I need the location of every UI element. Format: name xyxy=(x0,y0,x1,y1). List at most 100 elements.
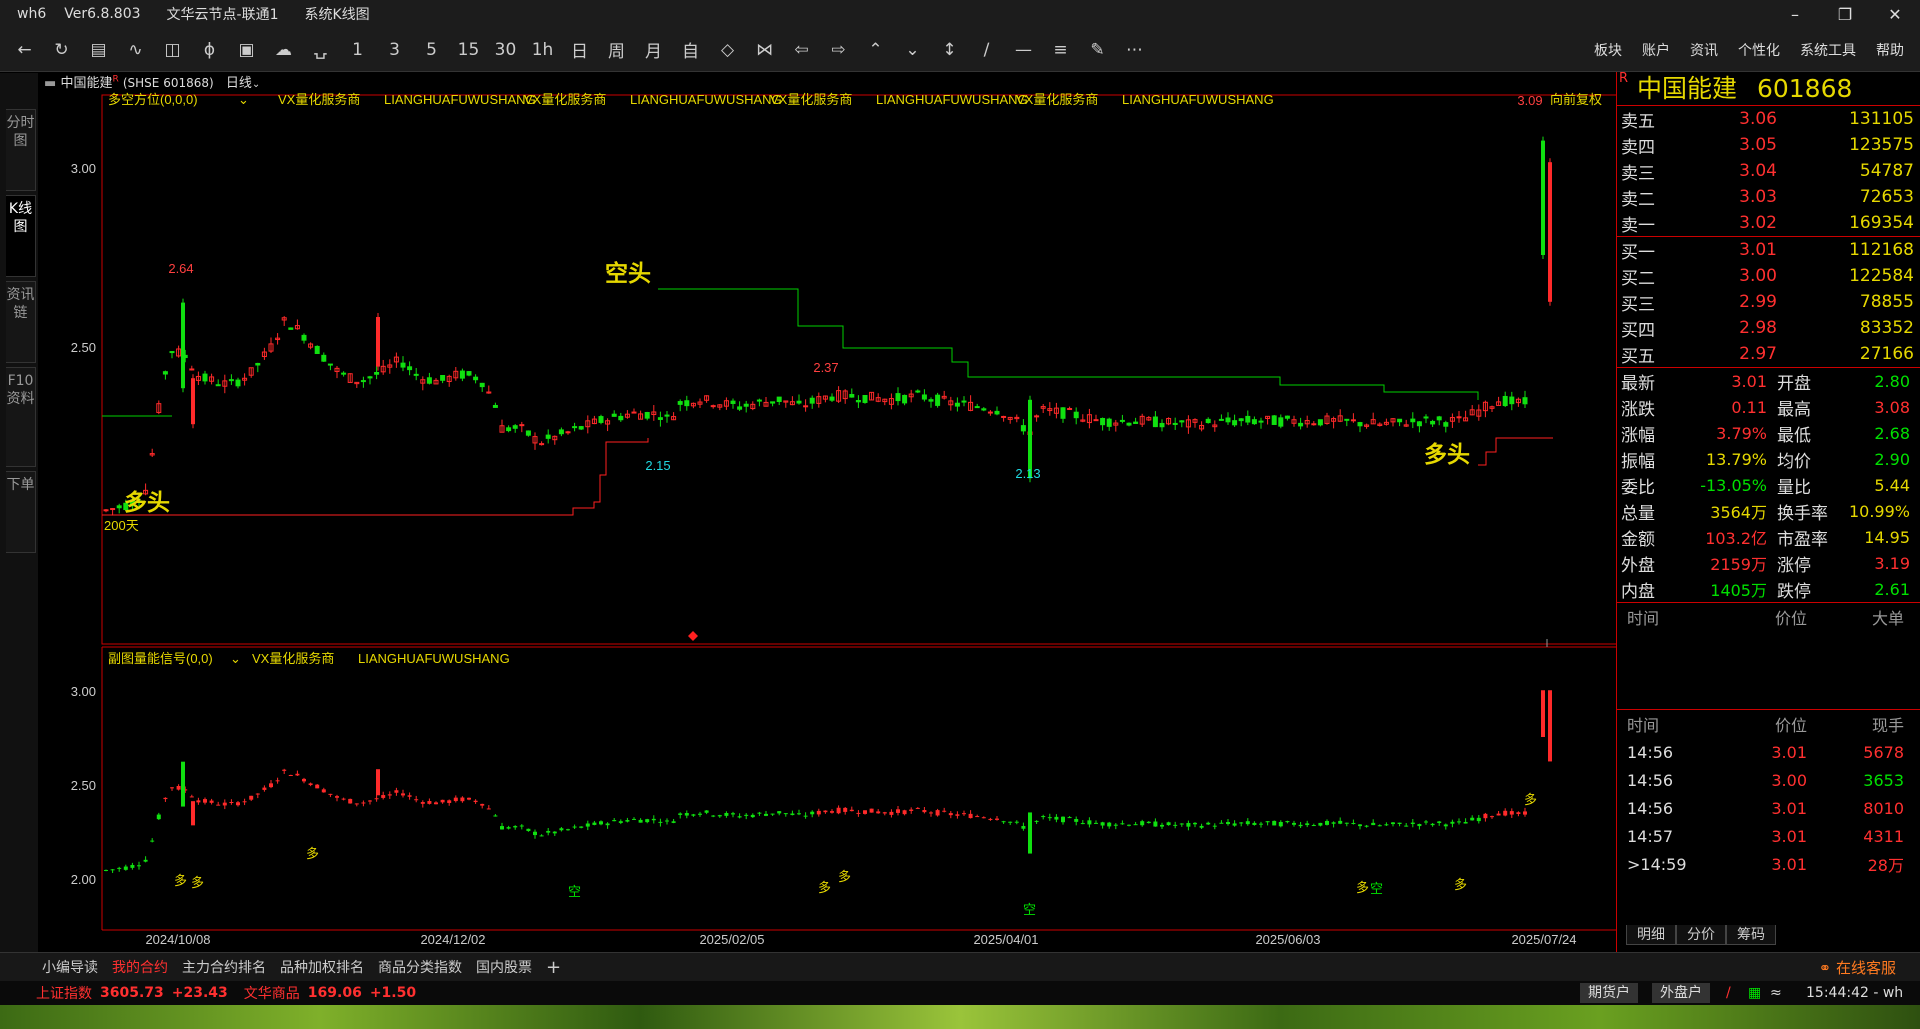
stat-row: 振幅 13.79% 均价 2.90 xyxy=(1617,446,1920,472)
candle-body xyxy=(1423,416,1429,419)
adjust-mode[interactable]: 向前复权 xyxy=(1550,92,1602,107)
period-chevron-icon[interactable]: ⌄ xyxy=(252,79,260,90)
period-month[interactable]: 月 xyxy=(635,35,672,65)
online-service-button[interactable]: ⚭ 在线客服 xyxy=(1819,957,1896,978)
menu-news[interactable]: 资讯 xyxy=(1690,40,1718,60)
indicator-icon[interactable]: ϕ xyxy=(191,35,228,65)
sub-signals: 多多多空 多多空多空多多 xyxy=(174,792,1537,917)
candle-body xyxy=(862,394,868,403)
ask-row[interactable]: 卖五 3.06 131105 xyxy=(1617,106,1920,132)
stat-value: 14.95 xyxy=(1864,527,1910,547)
candle-body xyxy=(657,417,663,420)
cloud-icon[interactable]: ☁ xyxy=(265,35,302,65)
bid-row[interactable]: 买四 2.98 83352 xyxy=(1617,315,1920,341)
kline-chart[interactable]: 多空方位(0,0,0) ⌄ VX量化服务商 LIANGHUAFUWUSHANGVX… xyxy=(38,90,1616,950)
ask-row[interactable]: 卖一 3.02 169354 xyxy=(1617,210,1920,236)
menu-lines-icon[interactable]: ▬ xyxy=(44,76,56,91)
candle-body xyxy=(1245,415,1251,423)
tab-editor-guide[interactable]: 小编导读 xyxy=(42,957,98,977)
crosshair-icon[interactable]: ↕ xyxy=(931,35,968,65)
tab-domestic-stocks[interactable]: 国内股票 xyxy=(476,957,532,977)
minimize-button[interactable]: – xyxy=(1770,0,1820,28)
zoom-in-icon[interactable]: ◇ xyxy=(709,35,746,65)
high-label-2: 2.37 xyxy=(813,360,838,375)
tab-chips[interactable]: 筹码 xyxy=(1726,925,1776,945)
ask-row[interactable]: 卖四 3.05 123575 xyxy=(1617,132,1920,158)
tab-f10[interactable]: F10资料 xyxy=(6,367,36,467)
sub-indicator-name[interactable]: 副图量能信号(0,0) xyxy=(108,651,213,666)
period-1h[interactable]: 1h xyxy=(524,35,561,65)
menu-help[interactable]: 帮助 xyxy=(1876,40,1904,60)
ask-row[interactable]: 卖二 3.03 72653 xyxy=(1617,184,1920,210)
candle-body xyxy=(1133,421,1139,424)
bid-price: 3.01 xyxy=(1739,240,1777,260)
ask-row[interactable]: 卖三 3.04 54787 xyxy=(1617,158,1920,184)
restore-button[interactable]: ❐ xyxy=(1820,0,1870,28)
alarm-bell-icon[interactable]: ⍽ xyxy=(302,35,339,65)
quote-code: 601868 xyxy=(1756,74,1853,103)
menu-account[interactable]: 账户 xyxy=(1642,40,1670,60)
period-custom[interactable]: 自 xyxy=(672,35,709,65)
sub-candle-body xyxy=(249,795,254,800)
tab-weighted-ranking[interactable]: 品种加权排名 xyxy=(280,957,364,977)
tab-order[interactable]: 下单 xyxy=(6,471,36,553)
period-3[interactable]: 3 xyxy=(376,35,413,65)
sub-candle-body xyxy=(440,799,445,803)
menu-tools[interactable]: 系统工具 xyxy=(1800,40,1856,60)
hline-icon[interactable]: — xyxy=(1005,35,1042,65)
chevron-down-icon[interactable]: ⌄ xyxy=(894,35,931,65)
chevron-up-icon[interactable]: ⌃ xyxy=(857,35,894,65)
index2-name[interactable]: 文华商品 xyxy=(244,983,300,1003)
zoom-out-icon[interactable]: ⋈ xyxy=(746,35,783,65)
index1-name[interactable]: 上证指数 xyxy=(36,983,92,1003)
menu-personalize[interactable]: 个性化 xyxy=(1738,40,1780,60)
eraser-icon[interactable]: ✎ xyxy=(1079,35,1116,65)
bid-row[interactable]: 买五 2.97 27166 xyxy=(1617,341,1920,367)
candle-body xyxy=(987,411,993,414)
sub-candle-body xyxy=(295,773,300,776)
sub-indicator-chevron-icon[interactable]: ⌄ xyxy=(230,651,241,666)
stat-label: 市盈率 xyxy=(1777,529,1828,550)
tab-commodity-index[interactable]: 商品分类指数 xyxy=(378,957,462,977)
outer-account-button[interactable]: 外盘户 xyxy=(1652,983,1710,1003)
tab-price-split[interactable]: 分价 xyxy=(1676,925,1726,945)
tab-main-ranking[interactable]: 主力合约排名 xyxy=(182,957,266,977)
period-5[interactable]: 5 xyxy=(413,35,450,65)
futures-account-button[interactable]: 期货户 xyxy=(1580,983,1638,1003)
tab-news-chain[interactable]: 资讯链 xyxy=(6,281,36,363)
sub-candle-body xyxy=(1305,823,1310,826)
menu-sector[interactable]: 板块 xyxy=(1594,40,1622,60)
tab-my-contracts[interactable]: 我的合约 xyxy=(112,957,168,977)
sub-candle-body xyxy=(810,811,815,815)
period-select[interactable]: 日线 xyxy=(226,76,252,91)
tab-timeshare[interactable]: 分时图 xyxy=(6,109,36,191)
candle-body xyxy=(116,505,122,509)
bid-row[interactable]: 买一 3.01 112168 xyxy=(1617,237,1920,263)
period-30[interactable]: 30 xyxy=(487,35,524,65)
close-button[interactable]: ✕ xyxy=(1870,0,1920,28)
main-indicator-name[interactable]: 多空方位(0,0,0) xyxy=(108,92,198,107)
add-tab-icon[interactable]: + xyxy=(546,957,561,978)
quote-list-icon[interactable]: ▤ xyxy=(80,35,117,65)
period-day[interactable]: 日 xyxy=(561,35,598,65)
more-icon[interactable]: ⋯ xyxy=(1116,35,1153,65)
tab-detail[interactable]: 明细 xyxy=(1626,925,1676,945)
candle-body xyxy=(737,406,743,410)
bid-row[interactable]: 买三 2.99 78855 xyxy=(1617,289,1920,315)
refresh-icon[interactable]: ↻ xyxy=(43,35,80,65)
sub-candle-body xyxy=(242,801,247,803)
fib-icon[interactable]: ≡ xyxy=(1042,35,1079,65)
line-chart-icon[interactable]: ∿ xyxy=(117,35,154,65)
draw-line-icon[interactable]: ∕ xyxy=(968,35,1005,65)
arrow-right-icon[interactable]: ⇨ xyxy=(820,35,857,65)
period-week[interactable]: 周 xyxy=(598,35,635,65)
tab-kline[interactable]: K线图 xyxy=(6,195,36,277)
back-icon[interactable]: ← xyxy=(6,35,43,65)
period-1[interactable]: 1 xyxy=(339,35,376,65)
f10-icon[interactable]: ▣ xyxy=(228,35,265,65)
bid-row[interactable]: 买二 3.00 122584 xyxy=(1617,263,1920,289)
period-15[interactable]: 15 xyxy=(450,35,487,65)
kline-icon[interactable]: ◫ xyxy=(154,35,191,65)
main-indicator-chevron-icon[interactable]: ⌄ xyxy=(238,92,249,107)
arrow-left-icon[interactable]: ⇦ xyxy=(783,35,820,65)
